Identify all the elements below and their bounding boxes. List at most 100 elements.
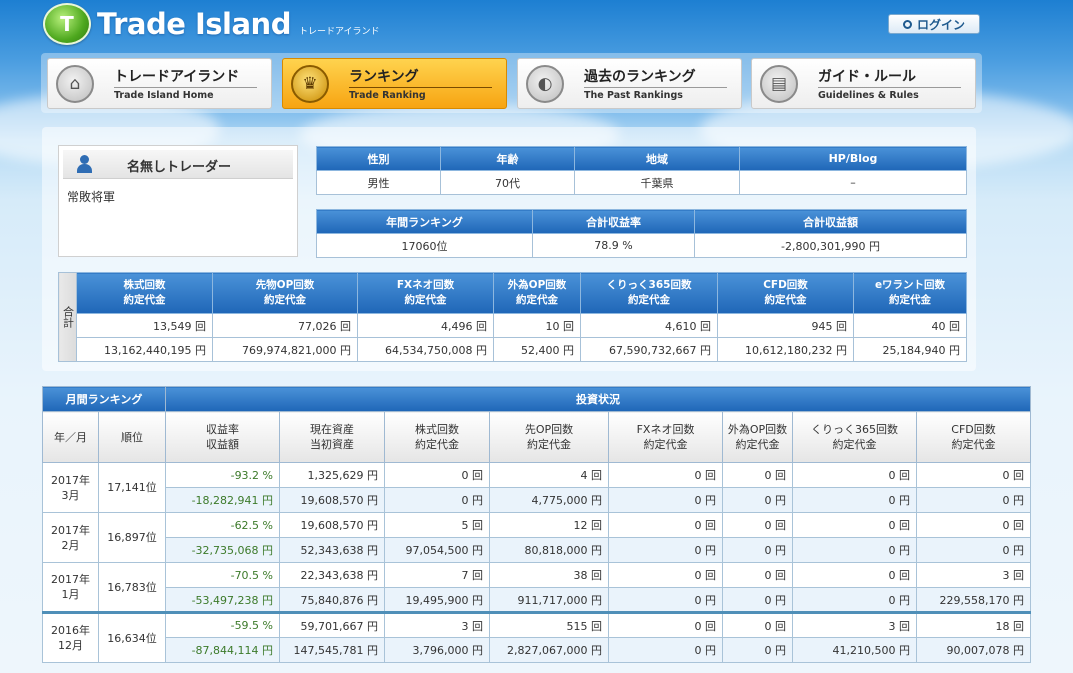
logo-title: Trade Island — [97, 7, 291, 41]
totals-header: 外為OP回数 約定代金 — [493, 272, 581, 314]
amount-cell: 4,775,000 円 — [489, 487, 610, 513]
nav-label: トレードアイランド — [114, 69, 240, 85]
amount-cell: 0 円 — [608, 537, 724, 563]
main-navigation: ⌂ トレードアイランド Trade Island Home ♛ ランキング Tr… — [41, 53, 982, 113]
year-month-cell: 2016年 12月 — [42, 611, 99, 663]
totals-header: 先物OP回数 約定代金 — [212, 272, 358, 314]
table-row: -53,497,238 円 75,840,876 円 19,495,900 円 911… — [43, 587, 1032, 613]
summary-header: 合計収益率 — [532, 209, 695, 234]
table-row: 2017年 1月 16,783位 -70.5 % 22,343,638 円7 回 38 回… — [42, 562, 1032, 613]
nav-label: ガイド・ルール — [818, 69, 916, 85]
amount-cell: 0 円 — [608, 637, 724, 663]
table-row: 2017年 3月 17,141位 -93.2 % 1,325,629 円0 回4 回0 … — [42, 462, 1032, 513]
login-label: ログイン — [916, 17, 965, 32]
count-cell: 3 回 — [792, 611, 918, 638]
totals-amount: 769,974,821,000 円 — [212, 337, 358, 362]
amount-cell: 0 円 — [792, 587, 918, 613]
count-cell: 0 回 — [792, 562, 918, 588]
count-cell: 0 回 — [792, 512, 918, 538]
amount-cell: 0 円 — [916, 537, 1032, 563]
login-button[interactable]: ログイン — [888, 14, 980, 34]
rank-cell: 17,141位 — [97, 462, 167, 513]
count-cell: 18 回 — [916, 611, 1032, 638]
monthly-column-header: 株式回数 約定代金 — [384, 411, 491, 463]
profile-header: 地域 — [574, 146, 740, 171]
totals-amount: 52,400 円 — [493, 337, 581, 362]
return-rate-cell: -62.5 % — [165, 512, 281, 538]
nav-past-rankings[interactable]: ◐ 過去のランキング The Past Rankings — [517, 58, 742, 109]
profit-amount-cell: -32,735,068 円 — [165, 537, 281, 563]
totals-header: CFD回数 約定代金 — [717, 272, 854, 314]
nav-ranking[interactable]: ♛ ランキング Trade Ranking — [282, 58, 507, 109]
amount-cell: 0 円 — [722, 537, 794, 563]
amount-cell: 19,495,900 円 — [384, 587, 491, 613]
count-cell: 0 回 — [608, 611, 724, 638]
count-cell: 38 回 — [489, 562, 610, 588]
table-row: -32,735,068 円 52,343,638 円 97,054,500 円 80,… — [43, 537, 1032, 563]
amount-cell: 0 円 — [608, 587, 724, 613]
profit-amount-cell: -18,282,941 円 — [165, 487, 281, 513]
count-cell: 0 回 — [608, 462, 724, 488]
amount-cell: 0 円 — [608, 487, 724, 513]
return-rate-cell: -59.5 % — [165, 611, 281, 638]
totals-amount: 13,162,440,195 円 — [76, 337, 213, 362]
site-logo[interactable]: T Trade Island トレードアイランド — [43, 3, 380, 45]
amount-cell: 97,054,500 円 — [384, 537, 491, 563]
nav-guidelines[interactable]: ▤ ガイド・ルール Guidelines & Rules — [751, 58, 976, 109]
profile-gender: 男性 — [316, 170, 441, 195]
count-cell: 0 回 — [916, 512, 1032, 538]
user-card-header: 名無しトレーダー — [63, 150, 293, 179]
totals-count: 13,549 回 — [76, 313, 213, 338]
rank-cell: 16,634位 — [97, 611, 167, 663]
profile-blog: – — [739, 170, 967, 195]
monthly-column-header: CFD回数 約定代金 — [916, 411, 1032, 463]
login-ring-icon — [902, 19, 912, 29]
count-cell: 5 回 — [384, 512, 491, 538]
annual-rank: 17060位 — [316, 233, 533, 258]
nav-sublabel: Trade Island Home — [114, 90, 214, 101]
year-month-cell: 2017年 2月 — [42, 512, 99, 563]
profile-region: 千葉県 — [574, 170, 740, 195]
totals-table: 合計 株式回数 約定代金 先物OP回数 約定代金 FXネオ回数 約定代金 外為OP回数… — [58, 272, 967, 362]
profit-amount-cell: -53,497,238 円 — [165, 587, 281, 613]
profile-table: 性別 年齢 地域 HP/Blog 男性 70代 千葉県 – — [316, 146, 967, 195]
count-cell: 3 回 — [384, 611, 491, 638]
count-cell: 0 回 — [916, 462, 1032, 488]
totals-header: 株式回数 約定代金 — [76, 272, 213, 314]
history-book-icon: ◐ — [526, 65, 564, 103]
count-cell: 19,608,570 円 — [279, 512, 386, 538]
totals-count: 40 回 — [853, 313, 967, 338]
count-cell: 0 回 — [722, 462, 794, 488]
investment-status-title: 投資状況 — [165, 386, 1032, 412]
amount-cell: 911,717,000 円 — [489, 587, 610, 613]
total-profit: -2,800,301,990 円 — [694, 233, 967, 258]
profile-header: 年齢 — [440, 146, 575, 171]
totals-count: 10 回 — [493, 313, 581, 338]
amount-cell: 2,827,067,000 円 — [489, 637, 610, 663]
totals-header: FXネオ回数 約定代金 — [357, 272, 494, 314]
amount-cell: 229,558,170 円 — [916, 587, 1032, 613]
count-cell: 0 回 — [722, 611, 794, 638]
rank-cell: 16,897位 — [97, 512, 167, 563]
nav-sublabel: The Past Rankings — [584, 90, 683, 101]
open-book-icon: ▤ — [760, 65, 798, 103]
count-cell: 22,343,638 円 — [279, 562, 386, 588]
crown-icon: ♛ — [291, 65, 329, 103]
amount-cell: 75,840,876 円 — [279, 587, 386, 613]
year-month-cell: 2017年 1月 — [42, 562, 99, 613]
nav-sublabel: Trade Ranking — [349, 90, 426, 101]
totals-count: 77,026 回 — [212, 313, 358, 338]
count-cell: 0 回 — [384, 462, 491, 488]
count-cell: 515 回 — [489, 611, 610, 638]
table-row: 2017年 2月 16,897位 -62.5 % 19,608,570 円5 回 12 回… — [42, 512, 1032, 563]
nav-divider — [349, 87, 492, 88]
count-cell: 4 回 — [489, 462, 610, 488]
profile-header: 性別 — [316, 146, 441, 171]
logo-mark-icon: T — [43, 3, 91, 45]
nav-home[interactable]: ⌂ トレードアイランド Trade Island Home — [47, 58, 272, 109]
profile-age: 70代 — [440, 170, 575, 195]
table-row: -87,844,114 円 147,545,781 円 3,796,000 円 2,8… — [43, 637, 1032, 663]
totals-count: 4,496 回 — [357, 313, 494, 338]
count-cell: 0 回 — [608, 562, 724, 588]
totals-count: 945 回 — [717, 313, 854, 338]
